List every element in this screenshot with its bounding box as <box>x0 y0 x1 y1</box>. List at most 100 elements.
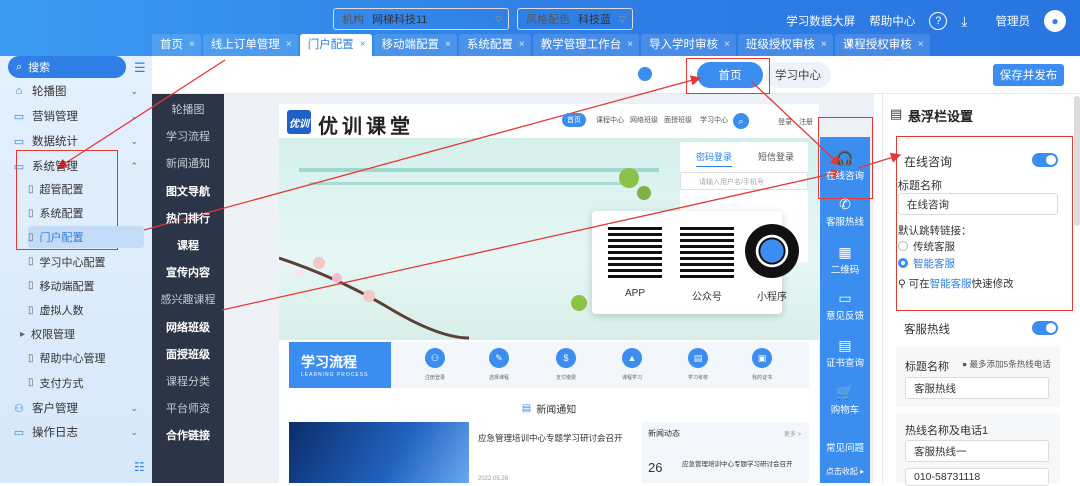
close-icon[interactable]: × <box>286 34 292 56</box>
tab-2[interactable]: 门户配置 × <box>299 34 372 56</box>
hotline-phone-number-input[interactable]: 010-58731118 <box>905 468 1049 486</box>
sidebar-sub-item-3[interactable]: ▯ 学习中心配置 <box>28 251 144 273</box>
close-icon[interactable]: × <box>519 34 525 56</box>
module-item-3[interactable]: 图文导航 <box>152 178 224 204</box>
sidebar-sub-item-5[interactable]: ▯ 虚拟人数 <box>28 299 144 321</box>
module-item-5[interactable]: 课程 <box>152 232 224 258</box>
tab-6[interactable]: 导入学时审核 × <box>641 34 736 56</box>
tab-0[interactable]: 首页 × <box>152 34 201 56</box>
sidebar-item-2[interactable]: ▭ 数据统计 ⌄ <box>0 129 152 153</box>
float-item-3[interactable]: ▭ 意见反馈 <box>820 290 870 322</box>
news-dynamic-item[interactable]: 应急管理培训中心专题学习研讨会召开 <box>682 460 806 469</box>
site-nav-3[interactable]: 面授班级 <box>664 115 692 125</box>
study-screen-link[interactable]: 学习数据大屏 <box>786 13 855 29</box>
headset-icon: 🎧 <box>836 150 854 166</box>
site-nav-2[interactable]: 网络班级 <box>630 115 658 125</box>
module-item-1[interactable]: 学习流程 <box>152 123 224 149</box>
page-study-pill[interactable]: 学习中心 <box>765 62 831 88</box>
sidebar-bottom-item-1[interactable]: ▭ 操作日志 ⌄ <box>0 420 152 444</box>
sidebar-bottom-item-0[interactable]: ⚇ 客户管理 ⌄ <box>0 396 152 420</box>
sidebar-sub-item-4[interactable]: ▯ 移动端配置 <box>28 275 144 297</box>
float-item-1[interactable]: ✆ 客服热线 <box>820 196 870 228</box>
module-item-12[interactable]: 合作链接 <box>152 422 224 448</box>
close-icon[interactable]: × <box>360 34 366 56</box>
sidebar-footer-icon[interactable]: ☷ <box>134 460 145 474</box>
site-search-icon[interactable]: ⌕ <box>733 113 749 129</box>
module-item-10[interactable]: 课程分类 <box>152 368 224 394</box>
close-icon[interactable]: × <box>189 34 195 56</box>
collapse-menu-icon[interactable]: ☰ <box>134 60 146 76</box>
top-right-area: 学习数据大屏 帮助中心 ? ⤓ 管理员 ● <box>786 10 1066 32</box>
tab-4[interactable]: 系统配置 × <box>458 34 531 56</box>
close-icon[interactable]: × <box>445 34 451 56</box>
tab-5[interactable]: 教学管理工作台 × <box>532 34 640 56</box>
panel-scrollbar[interactable] <box>1074 96 1080 226</box>
module-item-8[interactable]: 网络班级 <box>152 314 224 340</box>
float-item-4[interactable]: ▤ 证书查询 <box>820 337 870 369</box>
sidebar-sub-item-1[interactable]: ▯ 系统配置 <box>28 202 144 224</box>
news-more-link[interactable]: 更多 > <box>784 429 801 438</box>
tab-1[interactable]: 线上订单管理 × <box>202 34 298 56</box>
avatar[interactable]: ● <box>1044 10 1066 32</box>
search-input[interactable]: ⌕ 搜索 <box>8 56 126 78</box>
save-publish-button[interactable]: 保存并发布 <box>993 64 1064 86</box>
sidebar-sub-item-0[interactable]: ▯ 超管配置 <box>28 178 144 200</box>
tab-7[interactable]: 班级授权审核 × <box>737 34 833 56</box>
sidebar-sub-item-7[interactable]: ▯ 帮助中心管理 <box>28 347 144 369</box>
annotation-box-home-pill <box>686 58 770 94</box>
folder-icon: ▭ <box>13 110 25 123</box>
tab-strip: 首页 × 线上订单管理 × 门户配置 × 移动端配置 × 系统配置 × 教学管理工作台 × 导入学时审核… <box>152 34 932 56</box>
sidebar-item-1[interactable]: ▭ 营销管理 ⌄ <box>0 104 152 128</box>
site-login-link[interactable]: 登录 <box>778 117 792 127</box>
close-icon[interactable]: × <box>821 34 827 56</box>
sidebar-sub-item-8[interactable]: ▯ 支付方式 <box>28 372 144 394</box>
user-name[interactable]: 管理员 <box>996 13 1031 29</box>
site-nav-0[interactable]: 首页 <box>562 113 586 127</box>
float-item-2[interactable]: ▦ 二维码 <box>820 244 870 276</box>
float-item-5[interactable]: 🛒 购物车 <box>820 384 870 416</box>
question-icon[interactable]: ? <box>929 12 948 30</box>
chevron-icon: ⌄ <box>130 135 138 146</box>
site-register-link[interactable]: 注册 <box>799 117 813 127</box>
qr-code-0 <box>608 224 662 278</box>
float-bar-collapse[interactable]: 点击收起 ▸ <box>820 466 870 477</box>
module-item-9[interactable]: 面授班级 <box>152 341 224 367</box>
style-color-swatch[interactable] <box>638 67 652 81</box>
module-item-7[interactable]: 感兴趣课程 <box>152 286 224 312</box>
style-select[interactable]: 风格配色 科技蓝 ▽ <box>517 8 633 30</box>
file-icon: ▯ <box>28 231 34 243</box>
org-select[interactable]: 机构 网梯科技11 ▽ <box>333 8 509 30</box>
hotline-title-input[interactable]: 客服热线 <box>905 377 1049 399</box>
site-nav-1[interactable]: 课程中心 <box>596 115 624 125</box>
process-step-label-1: 选择课程 <box>488 375 509 381</box>
help-center-link[interactable]: 帮助中心 <box>869 13 915 29</box>
float-item-0[interactable]: 🎧 在线咨询 <box>820 150 870 182</box>
sidebar-item-3[interactable]: ▭ 系统管理 ⌃ <box>0 154 152 178</box>
chevron-icon: ⌄ <box>130 110 138 121</box>
chevron-down-icon: ⌄ <box>130 402 138 413</box>
close-icon[interactable]: × <box>918 34 924 56</box>
hotline-toggle[interactable] <box>1032 321 1058 335</box>
module-item-0[interactable]: 轮播图 <box>152 96 224 122</box>
module-item-11[interactable]: 平台师资 <box>152 395 224 421</box>
site-nav-4[interactable]: 学习中心 <box>700 115 728 125</box>
sidebar-sub-item-2[interactable]: ▯ 门户配置 <box>28 226 144 249</box>
float-item-6[interactable]: 常见问题 <box>820 440 870 454</box>
tab-3[interactable]: 移动端配置 × <box>373 34 457 56</box>
sms-login-tab[interactable]: 短信登录 <box>758 150 794 163</box>
close-icon[interactable]: × <box>724 34 730 56</box>
tab-more-button[interactable]: ∨ <box>845 36 853 49</box>
module-item-6[interactable]: 宣传内容 <box>152 259 224 285</box>
chevron-down-icon: ▽ <box>495 13 502 24</box>
password-login-tab[interactable]: 密码登录 <box>696 150 733 167</box>
sidebar-item-0[interactable]: ⌂ 轮播图 ⌄ <box>0 79 152 103</box>
sidebar-sub-item-6[interactable]: ▸ 权限管理 <box>20 323 136 345</box>
close-icon[interactable]: × <box>627 34 633 56</box>
process-step-label-5: 我的证书 <box>751 375 772 381</box>
login-username-input[interactable]: 请输入用户名/手机号 <box>680 172 808 190</box>
hotline-phone-name-input[interactable]: 客服热线一 <box>905 440 1049 462</box>
module-item-2[interactable]: 新闻通知 <box>152 150 224 176</box>
download-icon[interactable]: ⤓ <box>961 13 967 30</box>
module-item-4[interactable]: 热门排行 <box>152 205 224 231</box>
news-headline[interactable]: 应急管理培训中心专题学习研讨会召开 <box>478 432 636 444</box>
